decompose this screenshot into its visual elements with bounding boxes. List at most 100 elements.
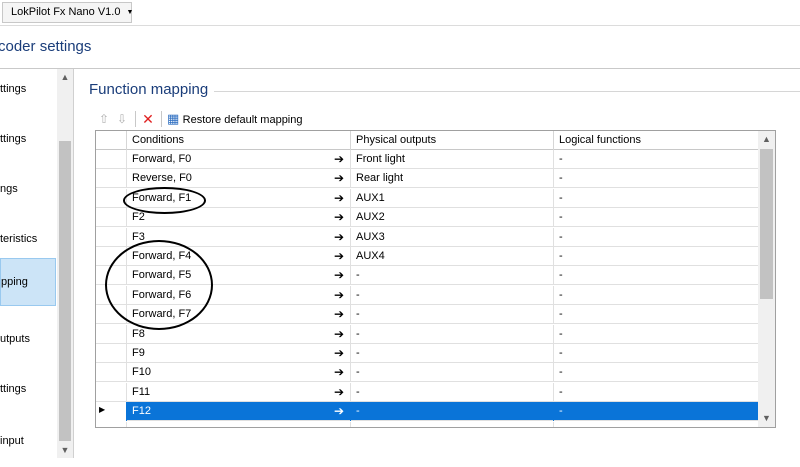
sidebar-item-function-mapping[interactable]: pping — [0, 258, 56, 306]
move-down-icon[interactable]: ⇩ — [115, 111, 129, 127]
sidebar-item[interactable]: ttings — [0, 369, 56, 415]
row-selector[interactable] — [96, 266, 127, 286]
cell-condition[interactable]: Forward, F0 — [127, 150, 351, 169]
scroll-down-icon[interactable]: ▼ — [758, 410, 775, 427]
table-row[interactable]: F11 ➔ - - — [96, 382, 758, 402]
device-selector[interactable]: LokPilot Fx Nano V1.0 ▼ — [2, 2, 134, 23]
table-row[interactable]: Forward, F6 ➔ - - — [96, 285, 758, 305]
sidebar-item[interactable]: ttings — [0, 119, 56, 165]
row-selector[interactable] — [96, 305, 127, 325]
cell-logical-function[interactable]: - — [554, 189, 758, 208]
cell-condition[interactable]: Forward, F5 — [127, 266, 351, 286]
row-selector[interactable] — [96, 227, 127, 247]
sidebar-scrollbar[interactable]: ▲ ▼ — [57, 69, 73, 458]
cell-logical-function[interactable]: - — [554, 247, 758, 266]
cell-condition[interactable]: F10 — [127, 363, 351, 383]
table-scrollbar[interactable]: ▲ ▼ — [758, 131, 775, 427]
table-row[interactable]: Forward, F4 ➔ AUX4- — [96, 247, 758, 266]
scroll-down-icon[interactable]: ▼ — [57, 442, 73, 458]
sidebar-item[interactable]: utputs — [0, 319, 56, 365]
cell-condition[interactable] — [127, 421, 351, 427]
table-row[interactable]: F3 ➔ AUX3- — [96, 227, 758, 247]
cell-physical-output[interactable]: - — [351, 266, 554, 286]
cell-logical-function[interactable]: - — [554, 402, 758, 421]
cell-condition[interactable]: F11 — [127, 382, 351, 402]
cell-condition[interactable]: F8 — [127, 324, 351, 344]
table-row[interactable]: Forward, F1 ➔ AUX1- — [96, 188, 758, 208]
column-header-logical-functions[interactable]: Logical functions — [554, 131, 758, 150]
cell-physical-output[interactable]: AUX4 — [351, 247, 554, 266]
cell-physical-output[interactable]: - — [351, 305, 554, 325]
cell-logical-function[interactable]: - — [554, 305, 758, 324]
table-row[interactable]: Forward, F7 ➔ - - — [96, 305, 758, 325]
cell-physical-output[interactable]: AUX2 — [351, 208, 554, 228]
cell-logical-function[interactable]: - — [554, 363, 758, 382]
cell-physical-output[interactable]: AUX1 — [351, 188, 554, 208]
table-row[interactable]: F9 ➔ - - — [96, 344, 758, 363]
cell-condition[interactable]: F3 — [127, 227, 351, 247]
cell-physical-output[interactable]: - — [351, 363, 554, 383]
cell-condition[interactable]: Forward, F7 — [127, 305, 351, 325]
column-header-conditions[interactable]: Conditions — [127, 131, 351, 150]
row-selector[interactable] — [96, 324, 127, 344]
cell-condition[interactable]: Forward, F4 — [127, 247, 351, 266]
sidebar-item[interactable]: ttings — [0, 69, 56, 115]
row-selector[interactable] — [96, 421, 127, 427]
scrollbar-thumb[interactable] — [760, 149, 773, 299]
delete-icon[interactable]: ✕ — [141, 111, 155, 127]
scrollbar-thumb[interactable] — [59, 141, 71, 441]
cell-condition[interactable]: F2 — [127, 208, 351, 228]
table-row[interactable]: ▶ F12 ➔ - - — [96, 402, 758, 422]
table-row[interactable]: Reverse, F0 ➔ Rear light - — [96, 169, 758, 189]
table-row[interactable]: Forward, F5 ➔ - - — [96, 266, 758, 286]
row-selector[interactable] — [96, 247, 127, 266]
column-header-physical-outputs[interactable]: Physical outputs — [351, 131, 554, 150]
sidebar-item[interactable]: input — [0, 421, 56, 467]
row-selector[interactable] — [96, 150, 127, 169]
table-row[interactable]: F2 ➔ AUX2- — [96, 208, 758, 228]
cell-physical-output[interactable]: - — [351, 324, 554, 344]
cell-logical-function[interactable]: - — [554, 208, 758, 227]
cell-physical-output[interactable]: - — [351, 402, 554, 422]
cell-logical-function[interactable]: - — [554, 286, 758, 305]
cell-physical-output[interactable]: AUX3 — [351, 227, 554, 247]
cell-condition[interactable]: Forward, F6 — [127, 285, 351, 305]
cell-logical-function[interactable]: - — [554, 325, 758, 344]
table-row[interactable]: Forward, F0 ➔ Front light - — [96, 150, 758, 169]
row-selector-icon[interactable]: ▶ — [96, 402, 127, 422]
cell-logical-function[interactable]: - — [554, 266, 758, 285]
cell-condition[interactable]: Forward, F1 — [127, 188, 351, 208]
cell-condition[interactable]: F12 — [127, 402, 351, 422]
row-selector[interactable] — [96, 382, 127, 402]
scroll-up-icon[interactable]: ▲ — [57, 69, 73, 85]
cell-logical-function[interactable]: - — [554, 169, 758, 188]
cell-physical-output[interactable]: - — [351, 344, 554, 363]
table-row[interactable]: F8 ➔ - - — [96, 324, 758, 344]
cell-logical-function[interactable]: - — [554, 150, 758, 169]
cell-condition[interactable]: Reverse, F0 — [127, 169, 351, 189]
row-selector[interactable] — [96, 169, 127, 189]
cell-condition[interactable]: F9 — [127, 344, 351, 363]
cell-logical-function[interactable]: - — [554, 383, 758, 402]
row-selector[interactable] — [96, 188, 127, 208]
table-row[interactable] — [96, 421, 758, 427]
cell-physical-output[interactable] — [351, 421, 554, 427]
row-selector[interactable] — [96, 285, 127, 305]
row-selector[interactable] — [96, 208, 127, 228]
move-up-icon[interactable]: ⇧ — [97, 111, 111, 127]
sidebar-item-label: ttings — [0, 133, 27, 145]
cell-logical-function[interactable]: - — [554, 228, 758, 247]
scroll-up-icon[interactable]: ▲ — [758, 131, 775, 148]
row-selector[interactable] — [96, 363, 127, 383]
chevron-down-icon: ▼ — [126, 9, 134, 16]
cell-physical-output[interactable]: - — [351, 285, 554, 305]
table-row[interactable]: F10 ➔ - - — [96, 363, 758, 383]
sidebar-item[interactable]: ngs — [0, 169, 56, 215]
cell-logical-function[interactable]: - — [554, 344, 758, 363]
cell-logical-function[interactable] — [554, 422, 758, 427]
cell-physical-output[interactable]: Rear light — [351, 169, 554, 189]
cell-physical-output[interactable]: - — [351, 382, 554, 402]
cell-physical-output[interactable]: Front light — [351, 150, 554, 169]
row-selector[interactable] — [96, 344, 127, 363]
restore-default-mapping-button[interactable]: ▦ Restore default mapping — [167, 111, 377, 127]
